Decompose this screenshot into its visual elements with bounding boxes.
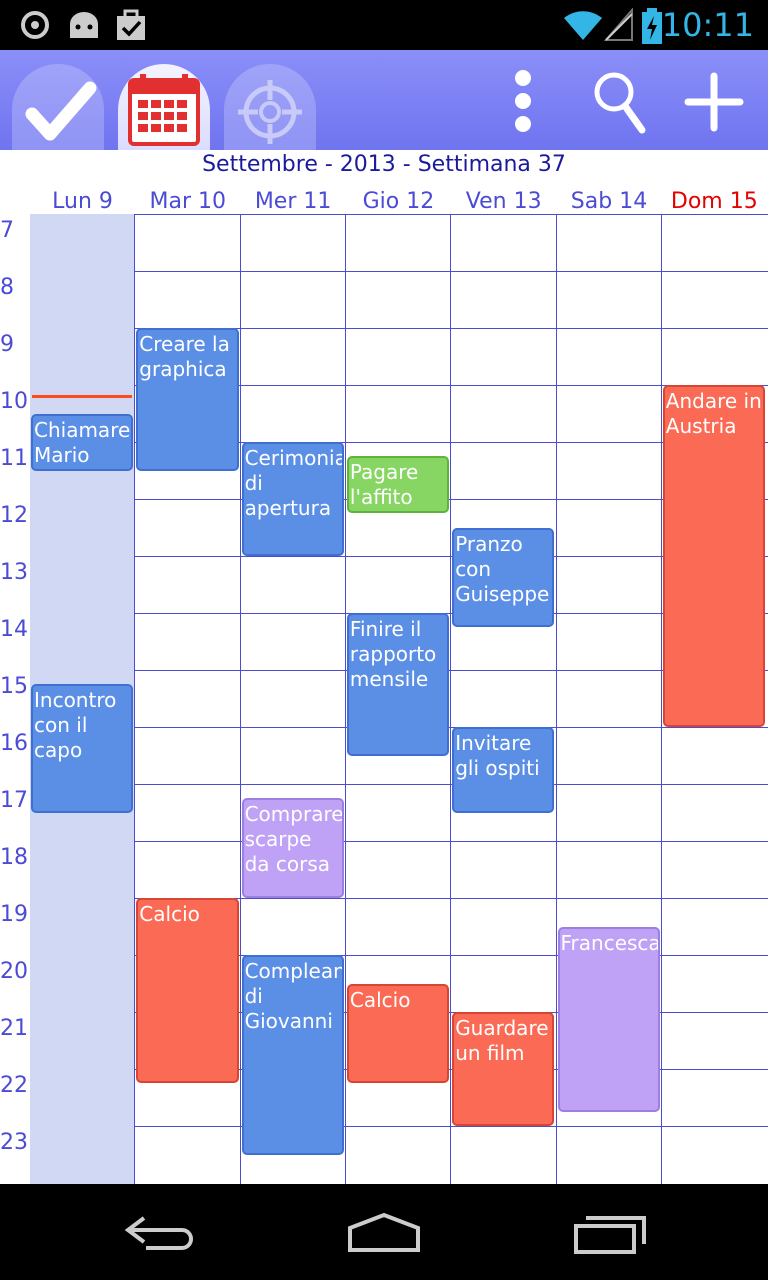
navigation-bar	[0, 1184, 768, 1280]
day-gridline	[239, 214, 241, 1184]
sync-icon	[21, 11, 49, 39]
add-icon[interactable]	[684, 72, 744, 132]
calendar-event[interactable]: Incontro con il capo	[31, 684, 134, 813]
recent-apps-icon[interactable]	[572, 1212, 648, 1256]
hour-label: 8	[0, 275, 14, 300]
calendar-event[interactable]: Francesca	[557, 926, 660, 1112]
hour-label: 7	[0, 218, 14, 243]
hour-label: 22	[0, 1073, 28, 1098]
hour-label: 15	[0, 674, 28, 699]
day-gridline	[344, 214, 346, 1184]
current-time-line	[32, 395, 132, 398]
back-icon[interactable]	[124, 1214, 196, 1254]
hour-label: 19	[0, 902, 28, 927]
status-bar: 10:11	[0, 0, 768, 50]
hour-label: 20	[0, 959, 28, 984]
battery-icon	[642, 8, 662, 44]
hour-label: 23	[0, 1130, 28, 1155]
search-icon[interactable]	[592, 68, 648, 134]
day-header[interactable]: Mar 10	[135, 189, 240, 214]
hour-label: 21	[0, 1016, 28, 1041]
calendar-event[interactable]: Andare in Austria	[662, 385, 766, 727]
home-icon[interactable]	[344, 1212, 424, 1254]
hour-label: 17	[0, 788, 28, 813]
signal-icon	[604, 8, 633, 41]
calendar-event[interactable]: Compleanno di Giovanni	[241, 955, 344, 1155]
clock: 10:11	[661, 6, 754, 44]
day-header[interactable]: Lun 9	[30, 189, 135, 214]
day-gridline	[555, 214, 557, 1184]
day-gridline	[450, 214, 452, 1184]
checkmark-icon	[25, 81, 97, 141]
tab-target[interactable]	[224, 64, 316, 150]
day-header[interactable]: Dom 15	[662, 189, 767, 214]
hour-label: 9	[0, 332, 14, 357]
day-gridline	[134, 214, 136, 1184]
android-icon	[70, 12, 98, 38]
calendar-event[interactable]: Chiamare Mario	[31, 413, 134, 471]
day-gridline	[660, 214, 662, 1184]
hour-label: 16	[0, 731, 28, 756]
calendar-event[interactable]: Cerimonia di apertura	[241, 442, 344, 556]
overflow-menu-icon[interactable]	[508, 68, 538, 134]
calendar-event[interactable]: Pagare l'affito	[346, 456, 450, 514]
calendar-event[interactable]: Comprare scarpe da corsa	[241, 798, 344, 898]
calendar-event[interactable]: Creare la graphica	[136, 328, 239, 471]
hour-label: 12	[0, 503, 28, 528]
hour-label: 10	[0, 389, 28, 414]
calendar-event[interactable]: Calcio	[346, 983, 450, 1084]
day-header[interactable]: Gio 12	[346, 189, 451, 214]
task-done-icon	[117, 9, 145, 40]
calendar-event[interactable]: Guardare un film	[452, 1012, 555, 1126]
hour-label: 11	[0, 446, 28, 471]
calendar-event[interactable]: Pranzo con Guiseppe	[452, 527, 555, 628]
target-icon	[238, 80, 302, 144]
tab-tasks[interactable]	[12, 64, 104, 150]
hour-label: 18	[0, 845, 28, 870]
day-header[interactable]: Sab 14	[557, 189, 662, 214]
hour-label: 13	[0, 560, 28, 585]
week-title: Settembre - 2013 - Settimana 37	[202, 152, 566, 177]
calendar-event[interactable]: Invitare gli ospiti	[452, 727, 555, 813]
calendar-icon	[128, 74, 200, 146]
calendar-event[interactable]: Finire il rapporto mensile	[346, 613, 450, 756]
hour-label: 14	[0, 617, 28, 642]
day-header[interactable]: Ven 13	[451, 189, 556, 214]
day-header[interactable]: Mer 11	[241, 189, 346, 214]
wifi-icon	[564, 11, 602, 41]
toolbar	[0, 50, 768, 150]
calendar-event[interactable]: Calcio	[136, 898, 239, 1084]
tab-calendar[interactable]	[118, 64, 210, 150]
